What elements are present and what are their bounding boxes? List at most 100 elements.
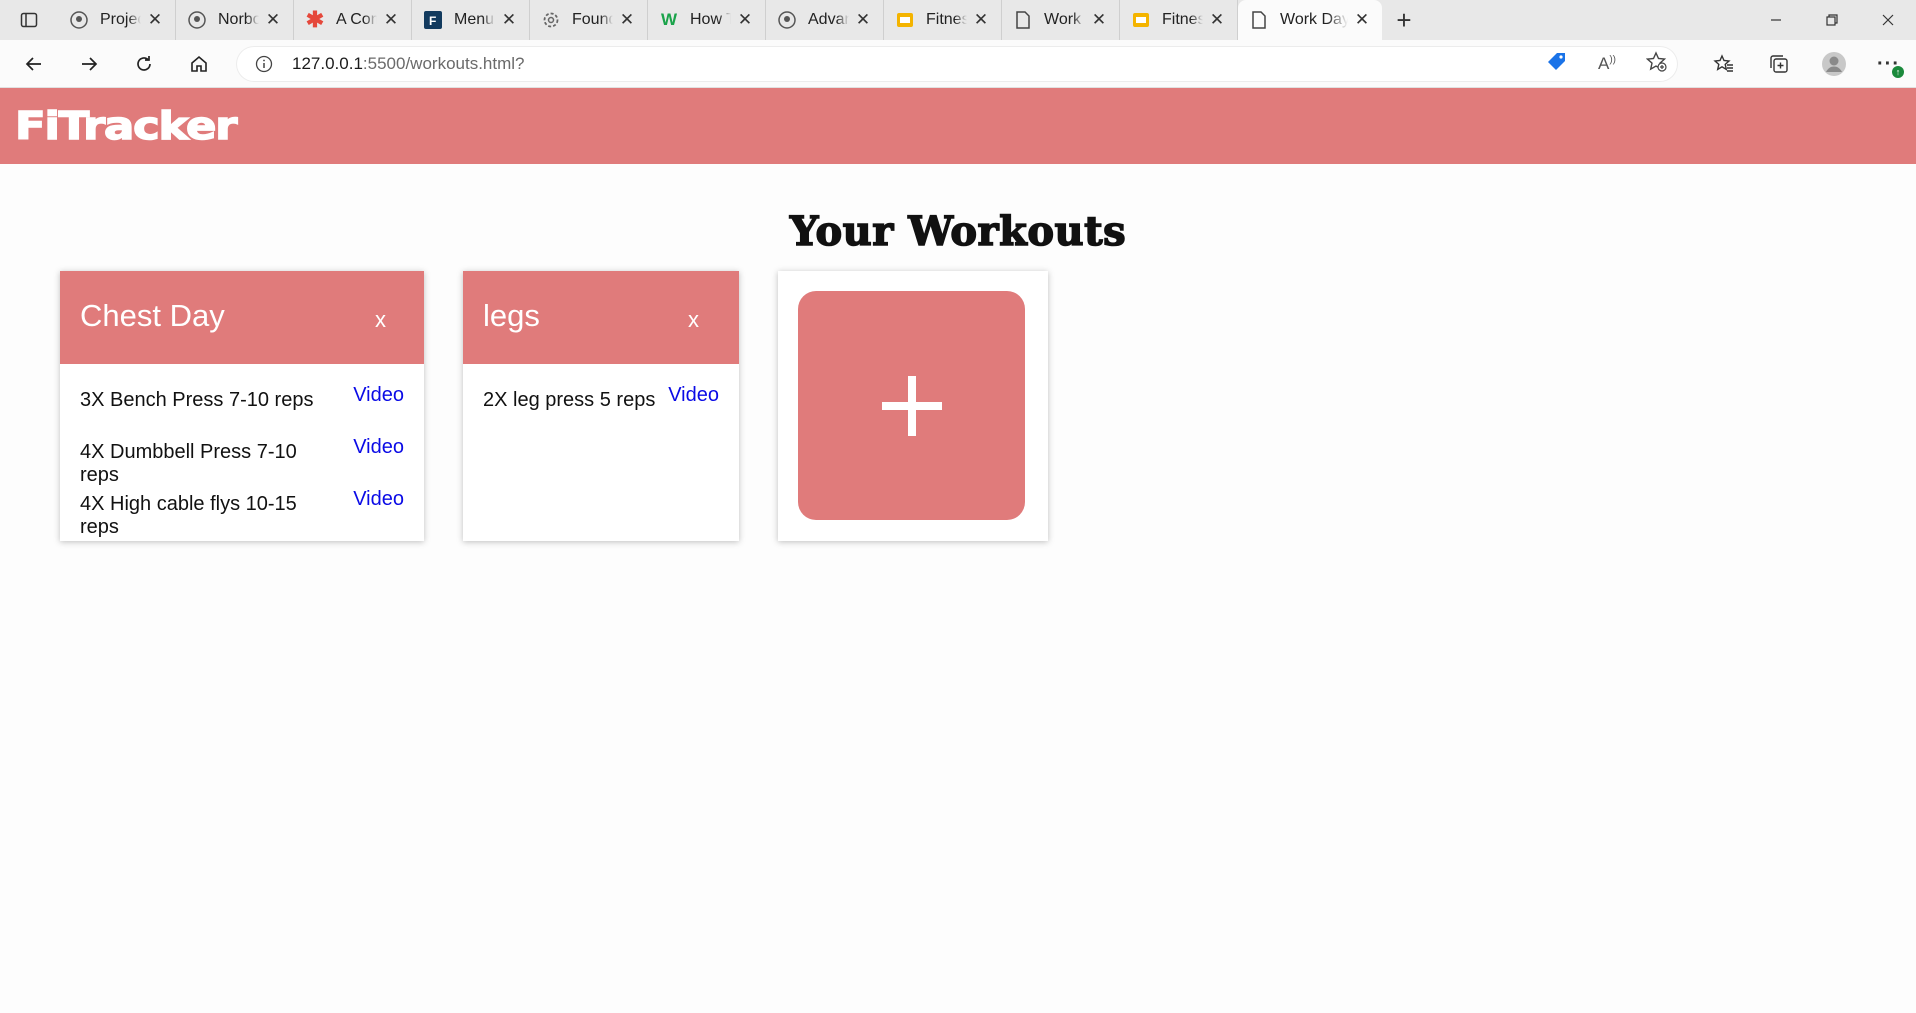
close-tab-icon[interactable]: ✕: [383, 10, 399, 30]
close-tab-icon[interactable]: ✕: [1354, 10, 1370, 30]
close-tab-icon[interactable]: ✕: [265, 10, 281, 30]
close-tab-icon[interactable]: ✕: [147, 10, 163, 30]
address-bar[interactable]: 127.0.0.1:5500/workouts.html? A)): [236, 46, 1678, 82]
browser-tab[interactable]: Work Day ✕: [1002, 0, 1120, 40]
update-badge-icon: ↑: [1892, 66, 1904, 78]
url-path: :5500/workouts.html?: [362, 54, 525, 73]
forward-button[interactable]: [61, 40, 116, 88]
home-button[interactable]: [171, 40, 226, 88]
site-header: FiTracker: [0, 88, 1916, 164]
collections-button[interactable]: [1751, 40, 1806, 88]
shopping-tag-icon[interactable]: [1546, 51, 1568, 78]
github-icon: [778, 11, 796, 29]
github-icon: [188, 11, 206, 29]
delete-workout-button[interactable]: x: [375, 307, 386, 333]
browser-tab[interactable]: Fitness Ac ✕: [1120, 0, 1238, 40]
workout-title: Chest Day: [80, 297, 225, 333]
close-icon: [1882, 14, 1894, 26]
slides-icon: [1132, 11, 1150, 29]
close-window-button[interactable]: [1860, 0, 1916, 40]
new-tab-button[interactable]: +: [1382, 0, 1426, 40]
close-tab-icon[interactable]: ✕: [855, 10, 871, 30]
exercise-text: 3X Bench Press 7-10 reps: [80, 389, 314, 411]
page-title: Your Workouts: [789, 207, 1127, 256]
workout-title: legs: [483, 297, 540, 333]
workout-card: Chest Day x 3X Bench Press 7-10 reps Vid…: [60, 271, 424, 541]
forward-arrow-icon: [81, 56, 97, 71]
read-aloud-icon[interactable]: A)): [1598, 54, 1616, 74]
video-link[interactable]: Video: [353, 384, 404, 407]
close-tab-icon[interactable]: ✕: [619, 10, 635, 30]
browser-tab-active[interactable]: Work Day ✕: [1238, 0, 1382, 40]
add-workout-button[interactable]: [798, 291, 1025, 520]
exercise-list: 3X Bench Press 7-10 reps Video 4X Dumbbe…: [60, 364, 424, 540]
profile-button[interactable]: [1806, 40, 1861, 88]
avatar-icon: [1821, 52, 1846, 76]
minimize-button[interactable]: [1748, 0, 1804, 40]
restore-button[interactable]: [1804, 0, 1860, 40]
tab-label: Norboro1: [218, 11, 259, 28]
browser-tab[interactable]: Norboro1 ✕: [176, 0, 294, 40]
home-icon: [190, 55, 207, 72]
site-logo[interactable]: FiTracker: [14, 103, 238, 149]
close-tab-icon[interactable]: ✕: [1209, 10, 1225, 30]
asterisk-icon: ✱: [305, 7, 325, 32]
document-icon: [1250, 11, 1268, 29]
workout-card: legs x 2X leg press 5 reps Video: [463, 271, 739, 541]
svg-text:F: F: [429, 14, 436, 28]
github-icon: [70, 11, 88, 29]
exercise-text: 2X leg press 5 reps: [483, 389, 656, 411]
tab-label: Fitness Ac: [926, 11, 967, 28]
add-favorite-icon[interactable]: [1645, 50, 1668, 78]
browser-tab[interactable]: Project-1 ✕: [58, 0, 176, 40]
browser-tab[interactable]: Foundation ✕: [530, 0, 648, 40]
page-content: FiTracker Your Workouts Chest Day x 3X B…: [0, 88, 1916, 1013]
close-tab-icon[interactable]: ✕: [501, 10, 517, 30]
close-tab-icon[interactable]: ✕: [737, 10, 753, 30]
tab-label: Advanced: [808, 11, 849, 28]
exercise-row: 4X High cable flys 10-15 reps Video: [80, 488, 404, 540]
workout-cards: Chest Day x 3X Bench Press 7-10 reps Vid…: [60, 271, 1048, 541]
add-workout-card: [778, 271, 1048, 541]
browser-tab[interactable]: Fitness Ac ✕: [884, 0, 1002, 40]
tab-label: Project-1: [100, 11, 141, 28]
video-link[interactable]: Video: [668, 384, 719, 407]
restore-icon: [1826, 14, 1838, 26]
browser-tab[interactable]: Advanced ✕: [766, 0, 884, 40]
url-text[interactable]: 127.0.0.1:5500/workouts.html?: [292, 54, 525, 74]
exercise-row: 4X Dumbbell Press 7-10 reps Video: [80, 436, 404, 488]
collections-icon: [1769, 55, 1788, 73]
exercise-text: 4X Dumbbell Press 7-10 reps: [80, 441, 297, 486]
plus-icon: [881, 375, 942, 436]
browser-tab[interactable]: F Menu | Fo ✕: [412, 0, 530, 40]
video-link[interactable]: Video: [353, 436, 404, 459]
browser-toolbar: 127.0.0.1:5500/workouts.html? A)) ··· ↑: [0, 40, 1916, 88]
close-tab-icon[interactable]: ✕: [973, 10, 989, 30]
workout-card-header: legs x: [463, 271, 739, 364]
favorites-button[interactable]: [1696, 40, 1751, 88]
url-host: 127.0.0.1: [292, 54, 363, 73]
settings-menu-button[interactable]: ··· ↑: [1861, 40, 1916, 88]
window-controls: [1748, 0, 1916, 40]
back-button[interactable]: [6, 40, 61, 88]
exercise-list: 2X leg press 5 reps Video: [463, 364, 739, 436]
w-logo-icon: W: [660, 10, 678, 29]
tab-label: Fitness Ac: [1162, 11, 1203, 28]
slides-icon: [896, 11, 914, 29]
refresh-icon: [136, 55, 151, 71]
refresh-button[interactable]: [116, 40, 171, 88]
browser-tab[interactable]: W How To C ✕: [648, 0, 766, 40]
tab-label: Work Day: [1044, 11, 1085, 28]
delete-workout-button[interactable]: x: [688, 307, 699, 333]
browser-tab[interactable]: ✱ A Complete ✕: [294, 0, 412, 40]
site-info-icon[interactable]: [236, 55, 292, 73]
tab-actions-button[interactable]: [0, 0, 58, 40]
tab-label: A Complete: [336, 11, 377, 28]
close-tab-icon[interactable]: ✕: [1091, 10, 1107, 30]
tab-label: How To C: [690, 11, 731, 28]
video-link[interactable]: Video: [353, 488, 404, 511]
exercise-row: 3X Bench Press 7-10 reps Video: [80, 384, 404, 436]
exercise-row: 2X leg press 5 reps Video: [483, 384, 719, 436]
back-arrow-icon: [25, 56, 41, 71]
exercise-text: 4X High cable flys 10-15 reps: [80, 493, 297, 538]
